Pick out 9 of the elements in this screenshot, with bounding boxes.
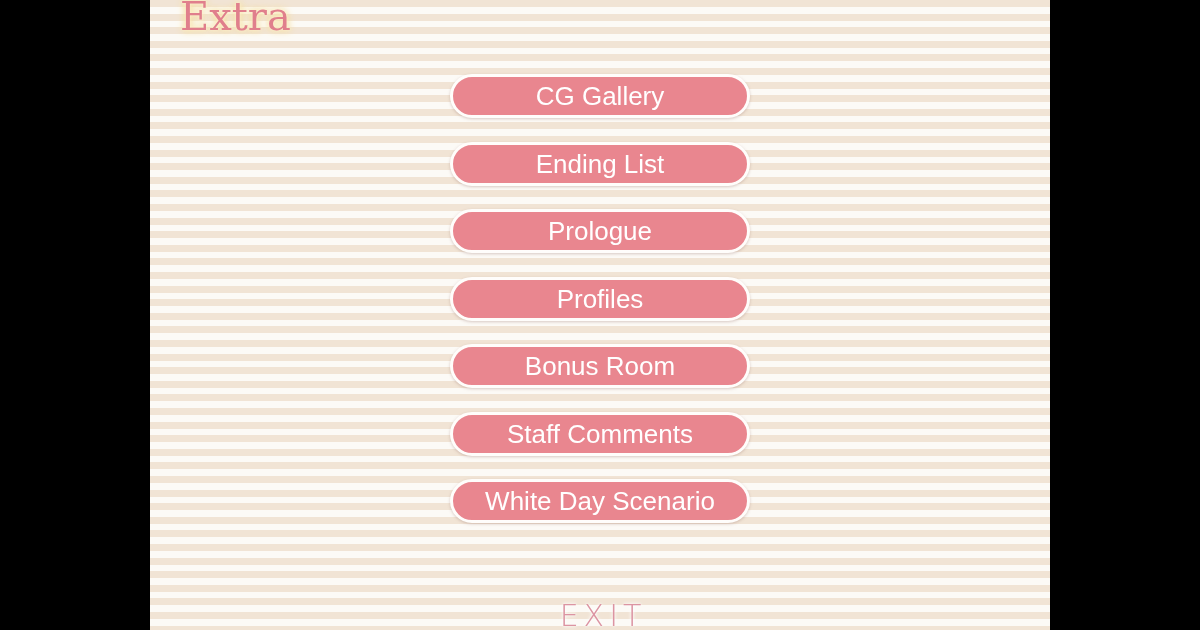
menu-button[interactable]: White Day Scenario xyxy=(450,479,750,523)
menu-button[interactable]: CG Gallery xyxy=(450,74,750,118)
exit-button[interactable]: EXIT xyxy=(553,600,647,630)
menu-button[interactable]: Profiles xyxy=(450,276,750,321)
menu-button[interactable]: Ending List xyxy=(450,141,750,186)
screen-title: Extra xyxy=(180,0,291,38)
menu-button[interactable]: Staff Comments xyxy=(450,411,750,456)
menu-button[interactable]: Prologue xyxy=(450,209,750,253)
menu-button[interactable]: Bonus Room xyxy=(450,344,750,388)
